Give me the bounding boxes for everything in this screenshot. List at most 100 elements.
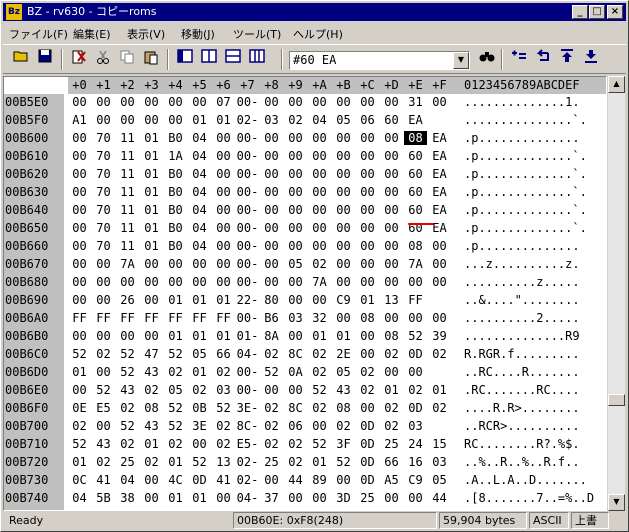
hex-byte[interactable]: 52 — [68, 437, 91, 451]
hex-byte[interactable]: 01 — [308, 329, 331, 343]
hex-byte[interactable]: 0D — [356, 455, 379, 469]
hex-byte[interactable]: 43 — [140, 365, 163, 379]
hex-byte[interactable]: 00 — [380, 221, 403, 235]
hex-byte[interactable]: 01 — [188, 293, 211, 307]
hex-byte[interactable]: 70 — [92, 221, 115, 235]
hex-byte[interactable]: 00 — [356, 275, 379, 289]
hex-byte[interactable]: 08 — [404, 239, 427, 253]
hex-byte[interactable]: 02- — [236, 113, 259, 127]
ascii-text[interactable]: ..............R9 — [464, 329, 580, 343]
hex-byte[interactable]: 01 — [140, 221, 163, 235]
save-icon[interactable] — [35, 49, 55, 69]
cut-icon[interactable] — [93, 49, 113, 69]
hex-byte[interactable]: 01 — [140, 131, 163, 145]
hex-byte[interactable]: 52 — [308, 383, 331, 397]
hex-byte[interactable]: 00 — [68, 221, 91, 235]
hex-byte[interactable]: 3F — [332, 437, 355, 451]
copy-icon[interactable] — [117, 49, 137, 69]
hex-byte[interactable]: 25 — [260, 455, 283, 469]
hex-byte[interactable]: 8C — [284, 401, 307, 415]
hex-byte[interactable]: 00 — [284, 149, 307, 163]
hex-byte[interactable]: 00 — [92, 329, 115, 343]
view-single-icon[interactable] — [175, 49, 195, 69]
hex-byte[interactable]: 02 — [164, 365, 187, 379]
hex-byte[interactable]: 02 — [92, 347, 115, 361]
hex-byte[interactable]: 70 — [92, 149, 115, 163]
hex-byte[interactable]: B6 — [260, 311, 283, 325]
hex-byte[interactable]: 00 — [116, 275, 139, 289]
hex-byte[interactable]: 00 — [284, 293, 307, 307]
hex-byte[interactable]: 0D — [404, 347, 427, 361]
ascii-text[interactable]: .p.............`. — [464, 203, 587, 217]
hex-byte[interactable]: 52 — [92, 383, 115, 397]
hex-byte[interactable]: 00 — [164, 95, 187, 109]
hex-byte[interactable]: 00 — [140, 473, 163, 487]
hex-byte[interactable]: 52 — [308, 437, 331, 451]
hex-byte[interactable]: 70 — [92, 239, 115, 253]
hex-byte[interactable]: 01 — [164, 293, 187, 307]
hex-byte[interactable]: 01 — [380, 383, 403, 397]
binoculars-icon[interactable] — [477, 49, 497, 69]
hex-byte[interactable]: 7A — [404, 257, 427, 271]
hex-byte[interactable]: FF — [92, 311, 115, 325]
hex-byte[interactable]: 02 — [116, 437, 139, 451]
hex-byte[interactable]: 01 — [356, 293, 379, 307]
hex-byte[interactable]: 00 — [188, 257, 211, 271]
hex-byte[interactable]: 00 — [356, 131, 379, 145]
hex-byte[interactable]: 60 — [404, 203, 427, 217]
hex-byte[interactable]: EA — [428, 203, 451, 217]
close-button[interactable]: × — [607, 5, 623, 19]
hex-byte[interactable]: 00- — [236, 239, 259, 253]
hex-byte[interactable]: 00 — [164, 257, 187, 271]
ascii-text[interactable]: .p.............`. — [464, 221, 587, 235]
hex-byte[interactable]: 7A — [116, 257, 139, 271]
hex-byte[interactable]: 01 — [188, 329, 211, 343]
hex-byte[interactable]: 00 — [188, 95, 211, 109]
hex-byte[interactable]: 00 — [164, 275, 187, 289]
ascii-text[interactable]: ..........2..... — [464, 311, 580, 325]
hex-byte[interactable]: 39 — [428, 329, 451, 343]
ascii-text[interactable]: .RC.......RC.... — [464, 383, 580, 397]
cursor-byte[interactable]: 08 — [404, 131, 427, 145]
hex-byte[interactable]: 04 — [188, 221, 211, 235]
hex-byte[interactable]: 0A — [284, 365, 307, 379]
hex-byte[interactable]: B0 — [164, 185, 187, 199]
scroll-up-icon[interactable]: ▲ — [608, 76, 625, 93]
hex-byte[interactable]: 00- — [236, 257, 259, 271]
hex-byte[interactable]: B0 — [164, 131, 187, 145]
ascii-text[interactable]: ..RC....R....... — [464, 365, 580, 379]
hex-byte[interactable]: 60 — [404, 185, 427, 199]
hex-byte[interactable]: 47 — [140, 347, 163, 361]
hex-byte[interactable]: 02 — [284, 455, 307, 469]
view-horizontal-icon[interactable] — [223, 49, 243, 69]
hex-byte[interactable]: 05 — [428, 473, 451, 487]
hex-byte[interactable]: 02 — [356, 365, 379, 379]
hex-byte[interactable]: 00 — [212, 257, 235, 271]
menu-tools[interactable]: ツール(T) — [233, 26, 281, 42]
open-folder-icon[interactable] — [11, 49, 31, 69]
hex-byte[interactable]: E5- — [236, 437, 259, 451]
hex-byte[interactable]: 04 — [188, 167, 211, 181]
hex-byte[interactable]: 03 — [212, 383, 235, 397]
menu-move[interactable]: 移動(J) — [181, 26, 215, 42]
hex-byte[interactable]: 52 — [188, 455, 211, 469]
hex-byte[interactable]: 80 — [260, 293, 283, 307]
hex-byte[interactable]: 04 — [188, 185, 211, 199]
hex-byte[interactable]: 00- — [236, 149, 259, 163]
hex-byte[interactable]: 01 — [68, 455, 91, 469]
hex-byte[interactable]: 0D — [356, 473, 379, 487]
hex-byte[interactable]: 11 — [116, 239, 139, 253]
hex-byte[interactable]: 11 — [116, 167, 139, 181]
hex-byte[interactable]: 02 — [284, 437, 307, 451]
hex-byte[interactable]: 00 — [332, 167, 355, 181]
address-input[interactable]: #60 EA ▼ — [289, 51, 470, 70]
hex-byte[interactable]: 02 — [404, 383, 427, 397]
hex-byte[interactable]: 52 — [116, 347, 139, 361]
hex-byte[interactable]: 52 — [164, 401, 187, 415]
hex-byte[interactable]: 05 — [332, 113, 355, 127]
hex-byte[interactable]: 08 — [356, 311, 379, 325]
hex-byte[interactable]: 3E- — [236, 401, 259, 415]
hex-byte[interactable]: 04 — [188, 131, 211, 145]
hex-byte[interactable]: FF — [68, 311, 91, 325]
hex-byte[interactable]: 00 — [212, 239, 235, 253]
